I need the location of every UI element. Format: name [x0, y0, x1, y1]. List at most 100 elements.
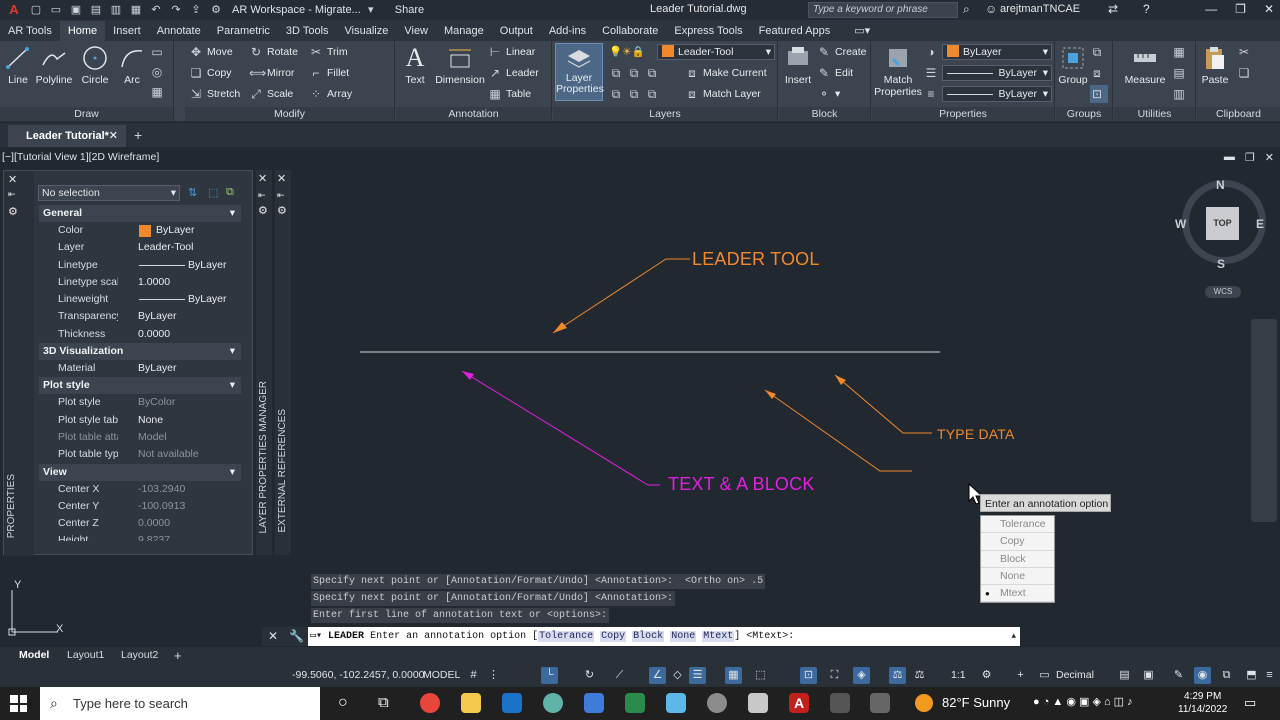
hardware-acceleration-icon[interactable]: ◉ — [1194, 667, 1211, 684]
task-view-icon[interactable]: ○ — [338, 694, 348, 712]
tab-view[interactable]: View — [396, 21, 436, 41]
notepad-icon[interactable] — [666, 693, 686, 713]
app-store-icon[interactable]: ⇄ — [1108, 2, 1118, 16]
option-tolerance[interactable]: Tolerance — [981, 516, 1054, 534]
compass-north[interactable]: N — [1216, 178, 1225, 192]
type-data-text[interactable]: TYPE DATA — [937, 426, 1015, 442]
chrome-icon[interactable] — [420, 693, 440, 713]
property-value[interactable]: -103.2940 — [118, 481, 241, 498]
tab-featured-apps[interactable]: Featured Apps — [751, 21, 839, 41]
arc-button[interactable]: Arc — [118, 45, 146, 86]
property-row[interactable]: Plot style tableNone — [39, 412, 241, 429]
lineweight-dropdown[interactable]: ByLayer ▾ — [942, 86, 1052, 102]
paste-button[interactable]: Paste — [1199, 45, 1231, 86]
ungroup-icon[interactable]: ⧉ — [1090, 43, 1108, 61]
viewcube-top-face[interactable]: TOP — [1206, 207, 1239, 240]
property-row[interactable]: Linetype scale1.0000 — [39, 274, 241, 291]
property-row[interactable]: Center Y -100.0913 — [39, 498, 241, 515]
table-button[interactable]: ▦ Table — [488, 85, 531, 103]
minimize-icon[interactable]: — — [1205, 2, 1217, 16]
weather-text[interactable]: 82°F Sunny — [942, 695, 1010, 710]
utilities-panel-title[interactable]: Utilities — [1114, 107, 1195, 121]
leader-tool-text[interactable]: LEADER TOOL — [692, 249, 820, 270]
polar-icon[interactable]: ↻ — [581, 667, 598, 684]
selection-dropdown[interactable]: No selection ▾ — [38, 185, 180, 201]
cmd-option-tolerance[interactable]: Tolerance — [538, 631, 595, 642]
save-icon[interactable]: ▣ — [68, 3, 84, 17]
close-icon[interactable]: ✕ — [277, 172, 286, 185]
property-value[interactable]: 0.0000 — [118, 515, 241, 532]
isodraft-icon[interactable]: ⟋ — [611, 667, 628, 684]
text-block-leader[interactable] — [461, 370, 660, 486]
match-properties-button[interactable]: Match Properties — [874, 45, 922, 98]
plot-icon[interactable]: ▦ — [128, 3, 144, 17]
close-icon[interactable]: ✕ — [8, 173, 17, 186]
cmd-option-none[interactable]: None — [670, 631, 697, 642]
section-3d-visualization[interactable]: 3D Visualization — [39, 343, 241, 361]
group-edit-icon[interactable]: ⧈ — [1090, 64, 1108, 82]
external-references-strip[interactable]: ✕ ⇤ ⚙ EXTERNAL REFERENCES — [275, 170, 291, 555]
autocad-taskbar-icon[interactable]: A — [789, 693, 809, 713]
linetype-icon[interactable]: ≡ — [924, 85, 942, 103]
tab-insert[interactable]: Insert — [105, 21, 149, 41]
tab-express-tools[interactable]: Express Tools — [666, 21, 750, 41]
properties-panel-title[interactable]: Properties — [872, 107, 1054, 121]
block-attributes-icon[interactable]: ⚬ ▾ — [817, 85, 840, 103]
property-row[interactable]: Material ByLayer — [39, 360, 241, 377]
property-row[interactable]: Height 9.8237 — [39, 532, 241, 540]
new-file-icon[interactable]: ▢ — [28, 3, 44, 17]
property-row[interactable]: Center X -103.2940 — [39, 481, 241, 498]
user-icon[interactable]: ☺ — [985, 2, 997, 16]
restore-icon[interactable]: ❐ — [1235, 2, 1246, 16]
ortho-icon[interactable]: └ — [541, 667, 558, 684]
layer-state-icons[interactable]: 💡☀🔒 — [609, 43, 645, 61]
web-mobile-icon[interactable]: ▥ — [108, 3, 124, 17]
in-progress-leader[interactable] — [764, 389, 912, 472]
cmd-option-mtext[interactable]: Mtext — [702, 631, 735, 642]
hatch-icon[interactable]: ◎ — [150, 63, 168, 81]
share-button[interactable]: Share — [395, 4, 424, 16]
dynamic-ucs-icon[interactable]: ⛶ — [826, 667, 843, 684]
widgets-icon[interactable]: ⧉ — [378, 694, 389, 711]
rotate-button[interactable]: ↻ Rotate — [249, 43, 298, 61]
match-layer-button[interactable]: ⧈ Match Layer — [685, 85, 761, 103]
zoom-icon[interactable] — [584, 693, 604, 713]
text-block-text[interactable]: TEXT & A BLOCK — [668, 474, 815, 495]
tab-model[interactable]: Model — [19, 647, 49, 664]
tab-add-ins[interactable]: Add-ins — [541, 21, 594, 41]
add-layout-icon[interactable]: + — [174, 647, 182, 664]
app-icon-2[interactable] — [748, 693, 768, 713]
snap-icon[interactable]: ⋮ — [485, 667, 502, 684]
property-row[interactable]: Plot style ByColor — [39, 394, 241, 411]
edge-icon[interactable] — [543, 693, 563, 713]
lineweight-display-icon[interactable]: ☰ — [689, 667, 706, 684]
property-row[interactable]: Center Z 0.0000 — [39, 515, 241, 532]
command-prompt[interactable]: ▭▾ LEADER Enter an annotation option [To… — [310, 627, 794, 646]
layer-properties-manager-strip[interactable]: ✕ ⇤ ⚙ LAYER PROPERTIES MANAGER — [256, 170, 272, 555]
gradient-icon[interactable]: ▦ — [150, 83, 168, 101]
copy-clip-icon[interactable]: ❏ — [1237, 64, 1255, 82]
property-value[interactable]: Model — [118, 429, 241, 446]
annotation-visibility-icon[interactable]: ⚖ — [889, 667, 906, 684]
property-value[interactable]: 9.8237 — [118, 532, 241, 540]
search-icon[interactable]: ⌕ — [963, 2, 970, 17]
property-value[interactable]: 0.0000 — [118, 326, 241, 343]
tab-collaborate[interactable]: Collaborate — [594, 21, 666, 41]
excel-icon[interactable] — [625, 693, 645, 713]
user-account[interactable]: arejtmanTNCAE — [1000, 3, 1080, 15]
option-block[interactable]: Block — [981, 551, 1054, 568]
cut-icon[interactable]: ✂ — [1237, 43, 1255, 61]
save-as-icon[interactable]: ▤ — [88, 3, 104, 17]
layers-panel-title[interactable]: Layers — [553, 107, 777, 121]
property-row[interactable]: Color ByLayer — [39, 222, 241, 239]
layer-properties-button[interactable]: Layer Properties — [555, 43, 604, 101]
array-button[interactable]: ⁘ Array — [309, 85, 352, 103]
tray-icons[interactable]: ● ◔ ▲ ◉ ▣ ◈ ⌂ ◫ ♪ — [1033, 695, 1133, 708]
scale-button[interactable]: ⤢ Scale — [249, 85, 293, 103]
document-tab[interactable]: Leader Tutorial* ✕ — [8, 125, 126, 147]
ribbon-minimize-icon[interactable]: ▭▾ — [846, 21, 878, 41]
property-value[interactable]: -100.0913 — [118, 498, 241, 515]
move-button[interactable]: ✥ Move — [189, 43, 233, 61]
autohide-icon[interactable]: ⇤ — [277, 190, 285, 201]
property-value[interactable]: None — [118, 412, 241, 429]
